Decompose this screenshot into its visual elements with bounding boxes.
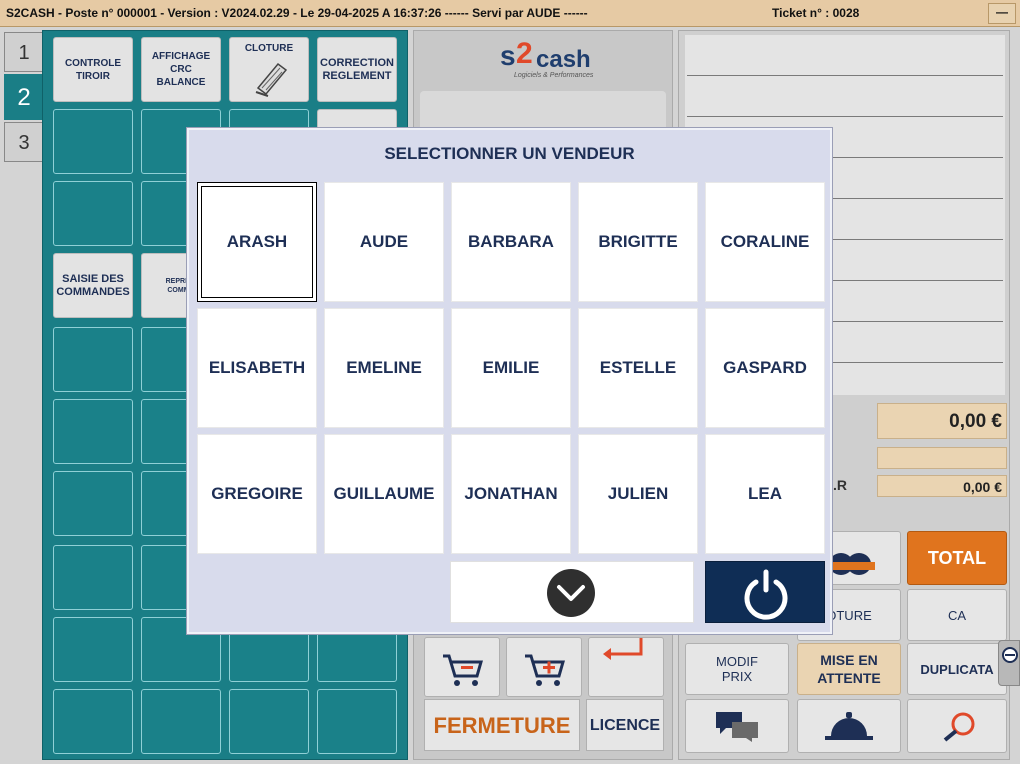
ca-button[interactable]: CA [907, 589, 1007, 641]
sub-amount: 0,00 € [877, 475, 1007, 497]
power-icon [744, 569, 788, 620]
cloture-button[interactable]: CLOTURE [229, 37, 309, 102]
cart-minus-icon [443, 654, 483, 686]
side-scroll-handle[interactable] [998, 640, 1020, 686]
secondary-amount [877, 447, 1007, 469]
cart-plus-icon [525, 654, 565, 686]
empty-slot[interactable] [141, 689, 221, 754]
svg-text:s: s [500, 40, 516, 71]
return-button[interactable] [588, 637, 664, 697]
empty-slot[interactable] [53, 399, 133, 464]
total-amount: 0,00 € [877, 403, 1007, 439]
s2cash-logo: s 2 cash Logiciels & Performances [500, 37, 600, 87]
total-button[interactable]: TOTAL [907, 531, 1007, 585]
vendor-lea[interactable]: LEA [705, 434, 825, 554]
saisie-commandes-button[interactable]: SAISIE DES COMMANDES [53, 253, 133, 318]
dialog-title: SELECTIONNER UN VENDEUR [384, 144, 635, 163]
ticket-line [687, 75, 1003, 76]
minimize-button[interactable]: — [988, 3, 1016, 24]
tab-1[interactable]: 1 [4, 32, 44, 72]
return-arrow-icon [603, 638, 643, 660]
amount-label: .R [833, 477, 847, 493]
vendor-brigitte[interactable]: BRIGITTE [578, 182, 698, 302]
cloche-button[interactable] [797, 699, 901, 753]
minus-circle-icon [1002, 647, 1018, 663]
svg-text:cash: cash [536, 46, 591, 73]
logo-tagline: Logiciels & Performances [514, 72, 594, 79]
vendor-aude[interactable]: AUDE [324, 182, 444, 302]
empty-slot[interactable] [229, 689, 309, 754]
speech-bubbles-icon [716, 712, 758, 742]
empty-slot[interactable] [53, 471, 133, 536]
empty-slot[interactable] [317, 689, 397, 754]
remove-from-cart-button[interactable] [424, 637, 500, 697]
correction-reglement-button[interactable]: CORRECTION REGLEMENT [317, 37, 397, 102]
title-bar: S2CASH - Poste n° 000001 - Version : V20… [0, 0, 1020, 27]
chevron-down-icon [547, 569, 595, 617]
licence-button[interactable]: LICENCE [586, 699, 664, 751]
vendor-arash[interactable]: ARASH [197, 182, 317, 302]
controle-tiroir-button[interactable]: CONTROLE TIROIR [53, 37, 133, 102]
register-icon [255, 62, 288, 97]
vendor-coraline[interactable]: CORALINE [705, 182, 825, 302]
vendor-gaspard[interactable]: GASPARD [705, 308, 825, 428]
vendor-guillaume[interactable]: GUILLAUME [324, 434, 444, 554]
commande-en-cours-button[interactable] [907, 699, 1007, 753]
empty-slot[interactable] [53, 181, 133, 246]
session-info: S2CASH - Poste n° 000001 - Version : V20… [6, 6, 588, 20]
fermeture-button[interactable]: FERMETURE [424, 699, 580, 751]
empty-slot[interactable] [53, 545, 133, 610]
ticket-line [687, 116, 1003, 117]
svg-text:2: 2 [516, 37, 533, 70]
vendor-barbara[interactable]: BARBARA [451, 182, 571, 302]
vendor-julien[interactable]: JULIEN [578, 434, 698, 554]
vendor-gregoire[interactable]: GREGOIRE [197, 434, 317, 554]
tab-2[interactable]: 2 [4, 74, 44, 120]
vendor-elisabeth[interactable]: ELISABETH [197, 308, 317, 428]
empty-slot[interactable] [53, 617, 133, 682]
empty-slot[interactable] [53, 327, 133, 392]
brand-logo: s 2 cash [500, 37, 591, 73]
vendor-jonathan[interactable]: JONATHAN [451, 434, 571, 554]
affichage-crc-button[interactable]: AFFICHAGE CRC BALANCE [141, 37, 221, 102]
scroll-down-button[interactable] [450, 561, 694, 623]
vendor-select-dialog: SELECTIONNER UN VENDEUR ARASH AUDE BARBA… [187, 128, 832, 634]
vendor-estelle[interactable]: ESTELLE [578, 308, 698, 428]
add-to-cart-button[interactable] [506, 637, 582, 697]
vendor-emeline[interactable]: EMELINE [324, 308, 444, 428]
page-tabs: 1 2 3 [4, 30, 44, 760]
service-bell-icon [825, 712, 873, 740]
empty-slot[interactable] [53, 689, 133, 754]
power-button[interactable] [705, 561, 825, 623]
magnifier-icon [943, 712, 975, 742]
mise-en-attente-button[interactable]: MISE EN ATTENTE [797, 643, 901, 695]
modif-prix-button[interactable]: MODIF PRIX [685, 643, 789, 695]
aide-vente-button[interactable] [685, 699, 789, 753]
vendor-emilie[interactable]: EMILIE [451, 308, 571, 428]
duplicata-button[interactable]: DUPLICATA [907, 643, 1007, 695]
tab-3[interactable]: 3 [4, 122, 44, 162]
cloture-label: CLOTURE [244, 43, 294, 54]
ticket-number: Ticket n° : 0028 [772, 6, 860, 20]
empty-slot[interactable] [53, 109, 133, 174]
